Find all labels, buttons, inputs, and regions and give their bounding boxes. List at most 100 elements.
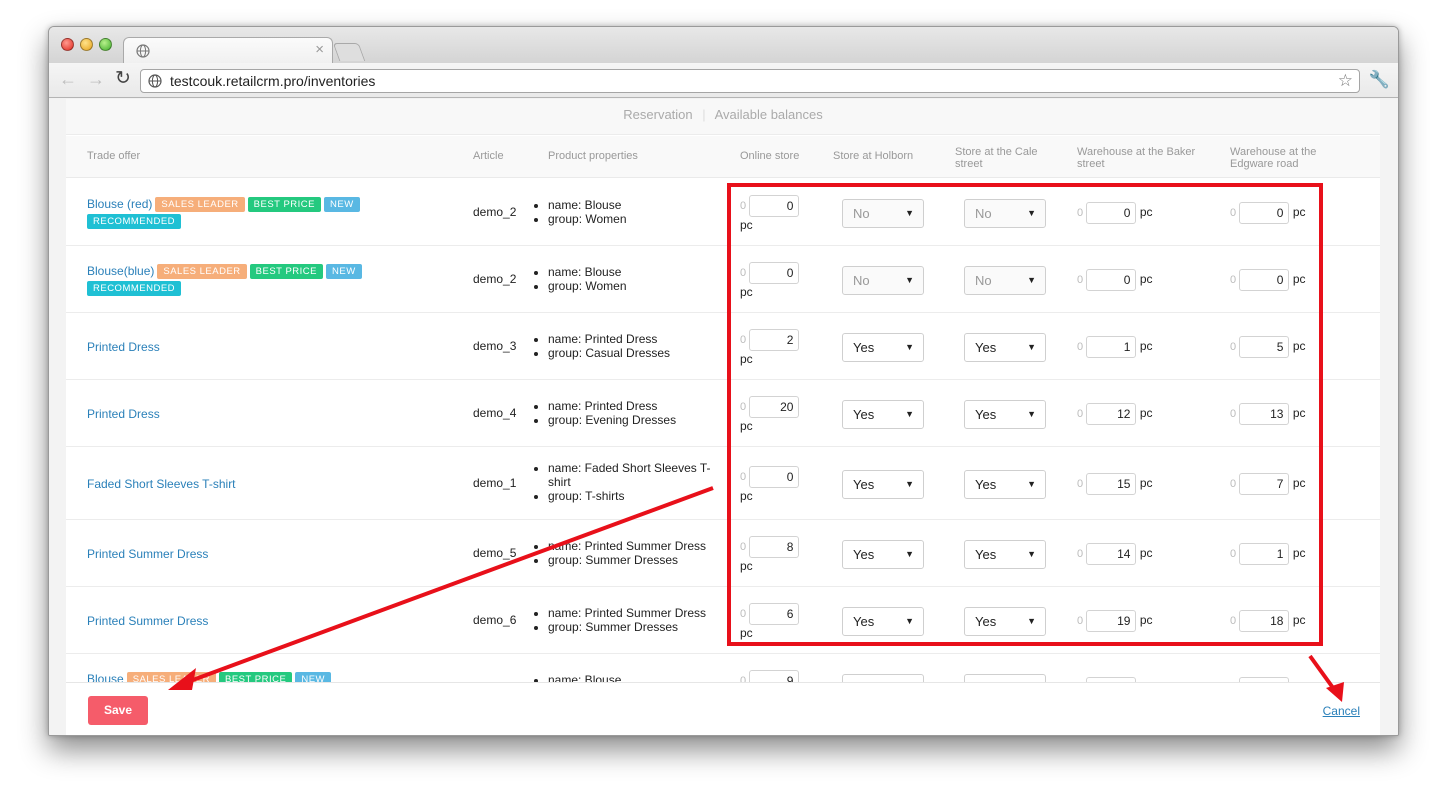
unit-label: pc: [740, 419, 753, 433]
online-store-quantity-input[interactable]: 8: [749, 536, 800, 558]
cale-availability-select[interactable]: Yes ▼: [964, 332, 1046, 362]
caret-down-icon: ▼: [905, 548, 914, 559]
trade-offer-link[interactable]: Faded Short Sleeves T-shirt: [87, 477, 236, 491]
browser-tab[interactable]: ×: [123, 37, 333, 64]
cancel-link[interactable]: Cancel: [1323, 704, 1360, 718]
address-bar[interactable]: testcouk.retailcrm.pro/inventories ☆: [140, 69, 1360, 93]
trade-offer-link[interactable]: Printed Summer Dress: [87, 547, 208, 561]
table-row: Blouse (red) SALES LEADER BEST PRICE NEW REC…: [66, 179, 1380, 246]
baker-warehouse-cell: 0 12 pc: [1077, 402, 1153, 425]
unit-label: pc: [1139, 338, 1153, 353]
edgware-quantity-input[interactable]: 13: [1239, 402, 1290, 425]
edgware-warehouse-cell: 0 5 pc: [1230, 335, 1306, 358]
baker-quantity-input[interactable]: 0: [1086, 268, 1137, 291]
online-store-quantity-input[interactable]: 6: [749, 603, 800, 625]
baker-warehouse-cell: 0 1 pc: [1077, 335, 1153, 358]
edgware-warehouse-cell: 0 1 pc: [1230, 542, 1306, 565]
star-icon[interactable]: ☆: [1338, 71, 1353, 91]
reserved-count: 0: [1077, 273, 1084, 286]
online-store-cell: 0 6 pc: [740, 603, 810, 642]
baker-quantity-input[interactable]: 0: [1086, 201, 1137, 224]
holborn-availability-select[interactable]: No ▼: [842, 265, 924, 295]
product-property: name: Blouse: [548, 265, 714, 279]
caret-down-icon: ▼: [905, 207, 914, 218]
online-store-quantity-input[interactable]: 0: [749, 195, 800, 217]
edgware-warehouse-cell: 0 13 pc: [1230, 402, 1306, 425]
unit-label: pc: [740, 218, 753, 232]
product-properties: name: Printed Dressgroup: Evening Dresse…: [534, 399, 714, 427]
baker-warehouse-cell: 0 14 pc: [1077, 542, 1153, 565]
baker-quantity-input[interactable]: 14: [1086, 542, 1137, 565]
trade-offer-link[interactable]: Printed Dress: [87, 340, 160, 354]
trade-offer-link[interactable]: Printed Dress: [87, 407, 160, 421]
edgware-warehouse-cell: 0 0 pc: [1230, 268, 1306, 291]
cale-availability-select[interactable]: No ▼: [964, 265, 1046, 295]
reserved-count: 0: [1230, 206, 1237, 219]
table-row: Printed Summer Dress demo_6 name: Printed …: [66, 587, 1380, 654]
product-property: group: T-shirts: [548, 489, 714, 503]
edgware-quantity-input[interactable]: 1: [1239, 542, 1290, 565]
cale-availability-select[interactable]: Yes ▼: [964, 539, 1046, 569]
holborn-availability-select[interactable]: Yes ▼: [842, 606, 924, 636]
reserved-count: 0: [740, 267, 747, 280]
reserved-count: 0: [1230, 547, 1237, 560]
wrench-icon[interactable]: 🔧: [1369, 70, 1390, 90]
cale-availability-select[interactable]: Yes ▼: [964, 399, 1046, 429]
holborn-availability-select[interactable]: Yes ▼: [842, 399, 924, 429]
product-property: name: Printed Dress: [548, 399, 714, 413]
unit-label: pc: [1139, 475, 1153, 490]
unit-label: pc: [740, 352, 753, 366]
reserved-count: 0: [1230, 614, 1237, 627]
edgware-quantity-input[interactable]: 5: [1239, 335, 1290, 358]
holborn-availability-select[interactable]: Yes ▼: [842, 539, 924, 569]
holborn-availability-select[interactable]: No ▼: [842, 198, 924, 228]
cale-availability-select[interactable]: No ▼: [964, 198, 1046, 228]
holborn-availability-select[interactable]: Yes ▼: [842, 469, 924, 499]
cale-availability-select[interactable]: Yes ▼: [964, 469, 1046, 499]
unit-label: pc: [740, 626, 753, 640]
header-trade-offer: Trade offer: [87, 150, 141, 162]
reload-icon[interactable]: ↻: [115, 69, 131, 88]
baker-quantity-input[interactable]: 15: [1086, 472, 1137, 495]
product-property: group: Summer Dresses: [548, 620, 714, 634]
online-store-quantity-input[interactable]: 0: [749, 262, 800, 284]
reserved-count: 0: [1077, 547, 1084, 560]
cale-availability-select[interactable]: Yes ▼: [964, 606, 1046, 636]
edgware-quantity-input[interactable]: 18: [1239, 609, 1290, 632]
url-text: testcouk.retailcrm.pro/inventories: [170, 73, 376, 89]
select-value: Yes: [975, 613, 997, 629]
online-store-quantity-input[interactable]: 20: [749, 396, 800, 418]
reserved-count: 0: [1077, 340, 1084, 353]
trade-offer-link[interactable]: Printed Summer Dress: [87, 614, 208, 628]
close-window-button[interactable]: [61, 38, 74, 51]
unit-label: pc: [1139, 204, 1153, 219]
baker-quantity-input[interactable]: 12: [1086, 402, 1137, 425]
trade-offer-cell: Printed Summer Dress: [87, 546, 417, 562]
back-icon[interactable]: ←: [59, 70, 77, 88]
baker-warehouse-cell: 0 0 pc: [1077, 268, 1153, 291]
baker-quantity-input[interactable]: 1: [1086, 335, 1137, 358]
table-row: Printed Summer Dress demo_5 name: Printed …: [66, 520, 1380, 587]
tab-close-icon[interactable]: ×: [315, 41, 324, 58]
save-button[interactable]: Save: [88, 696, 148, 725]
tag-sales: SALES LEADER: [155, 197, 245, 212]
online-store-quantity-input[interactable]: 0: [749, 466, 800, 488]
trade-offer-link[interactable]: Blouse (red): [87, 197, 152, 211]
table-row: Blouse(blue) SALES LEADER BEST PRICE NEW REC…: [66, 246, 1380, 313]
zoom-window-button[interactable]: [99, 38, 112, 51]
baker-quantity-input[interactable]: 19: [1086, 609, 1137, 632]
forward-icon[interactable]: →: [87, 70, 105, 88]
holborn-availability-select[interactable]: Yes ▼: [842, 332, 924, 362]
minimize-window-button[interactable]: [80, 38, 93, 51]
tab-available-balances[interactable]: Available balances: [715, 107, 823, 122]
new-tab-button[interactable]: [332, 43, 366, 61]
unit-label: pc: [1292, 271, 1306, 286]
edgware-quantity-input[interactable]: 0: [1239, 201, 1290, 224]
tab-reservation[interactable]: Reservation: [623, 107, 692, 122]
edgware-quantity-input[interactable]: 7: [1239, 472, 1290, 495]
unit-label: pc: [1292, 338, 1306, 353]
edgware-quantity-input[interactable]: 0: [1239, 268, 1290, 291]
trade-offer-link[interactable]: Blouse(blue): [87, 264, 154, 278]
select-value: Yes: [975, 406, 997, 422]
online-store-quantity-input[interactable]: 2: [749, 329, 800, 351]
